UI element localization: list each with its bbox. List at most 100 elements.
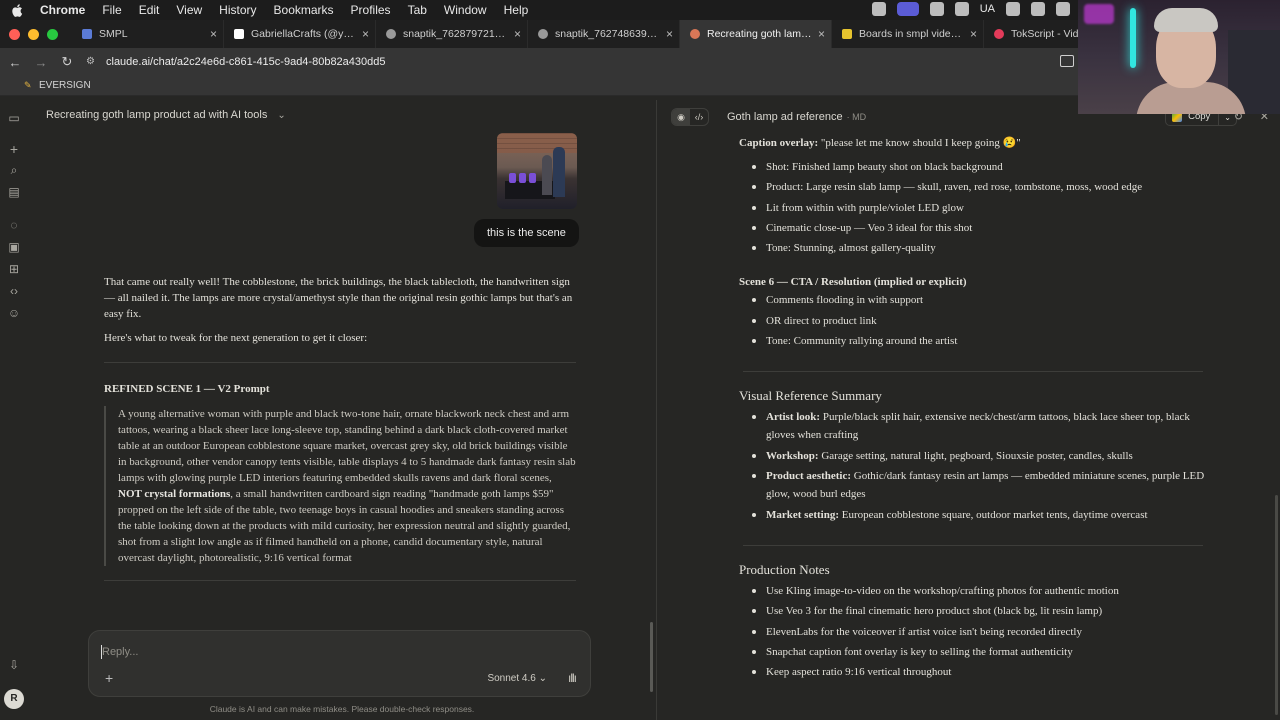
tab-gabriellacrafts[interactable]: GabriellaCrafts (@yourwoodnymph) ×: [224, 20, 376, 48]
webcam-person-hair: [1154, 8, 1218, 32]
menu-history[interactable]: History: [219, 3, 256, 17]
chat-title-button[interactable]: Recreating goth lamp product ad with AI …: [46, 109, 286, 121]
divider: [743, 371, 1203, 373]
boards-icon: [842, 29, 852, 39]
code-view-icon[interactable]: ‹/›: [690, 109, 708, 125]
model-selector[interactable]: Sonnet 4.6 ⌄: [487, 673, 547, 684]
tab-snaptik-2[interactable]: snaptik_7627486397120695 ×: [528, 20, 680, 48]
user-message: this is the scene: [474, 219, 579, 247]
bookmark-eversign[interactable]: EVERSIGN: [39, 80, 91, 91]
scene5-list: Shot: Finished lamp beauty shot on black…: [751, 157, 1209, 258]
status-app-icon[interactable]: [871, 2, 886, 16]
artifacts-icon[interactable]: ⊞: [7, 262, 21, 276]
close-tab-icon[interactable]: ×: [666, 27, 673, 41]
menu-window[interactable]: Window: [444, 3, 487, 17]
close-window-icon[interactable]: [9, 28, 20, 40]
item-text: Purple/black split hair, extensive neck/…: [766, 411, 1190, 442]
menu-app-name[interactable]: Chrome: [40, 3, 85, 17]
globe-icon: [538, 29, 548, 39]
reply-composer[interactable]: Reply... + Sonnet 4.6 ⌄ ıllı: [88, 630, 591, 697]
visual-reference-heading: Visual Reference Summary: [739, 388, 882, 404]
reload-icon[interactable]: ↻: [56, 54, 78, 70]
zoom-window-icon[interactable]: [47, 28, 58, 40]
camera-icon[interactable]: [929, 2, 944, 16]
list-item: Tone: Community rallying around the arti…: [751, 331, 1209, 351]
reply-input[interactable]: Reply...: [102, 646, 138, 658]
artifact-scrollbar[interactable]: [1275, 495, 1278, 715]
chat-column: Recreating goth lamp product ad with AI …: [28, 100, 656, 720]
forward-arrow-icon[interactable]: →: [30, 55, 52, 70]
menu-help[interactable]: Help: [504, 3, 529, 17]
code-icon[interactable]: ‹›: [7, 284, 21, 298]
chat-scrollbar[interactable]: [650, 622, 653, 692]
scene-person: [553, 147, 565, 197]
item-label: Artist look:: [766, 411, 821, 424]
claude-icon: [690, 29, 700, 39]
projects-icon[interactable]: ▤: [7, 185, 21, 199]
menu-bookmarks[interactable]: Bookmarks: [274, 3, 334, 17]
caption-text: "please let me know should I keep going …: [818, 137, 1021, 149]
search-icon[interactable]: ⌕: [7, 163, 21, 177]
apple-icon[interactable]: [12, 3, 26, 17]
claude-app: ▭ + ⌕ ▤ ◌ ▣ ⊞ ‹› ☺ ⇩ R Recreating goth l…: [0, 100, 1280, 720]
divider: [743, 544, 1203, 546]
divider: [104, 580, 576, 581]
close-tab-icon[interactable]: ×: [514, 27, 521, 41]
close-tab-icon[interactable]: ×: [970, 27, 977, 41]
user-avatar[interactable]: R: [4, 689, 24, 709]
battery-icon[interactable]: [1031, 2, 1045, 16]
close-tab-icon[interactable]: ×: [362, 27, 369, 41]
list-item: Lit from within with purple/violet LED g…: [751, 198, 1209, 218]
input-locale[interactable]: UA: [980, 3, 995, 15]
globe-icon: [386, 29, 396, 39]
scene-bricks: [497, 133, 577, 153]
minimize-window-icon[interactable]: [28, 28, 39, 40]
item-label: Product aesthetic:: [766, 469, 852, 482]
disclaimer-text: Claude is AI and can make mistakes. Plea…: [209, 704, 475, 714]
tab-boards[interactable]: Boards in smpl video ads Team ×: [832, 20, 984, 48]
scene-image-attachment[interactable]: [497, 133, 577, 209]
list-item: Product aesthetic: Gothic/dark fantasy r…: [751, 467, 1209, 503]
download-icon[interactable]: ⇩: [7, 658, 21, 672]
sidebar-toggle-icon[interactable]: ▭: [7, 111, 21, 125]
menu-profiles[interactable]: Profiles: [351, 3, 391, 17]
url-field[interactable]: ⚙ claude.ai/chat/a2c24e6d-c861-415c-9ad4…: [86, 51, 1066, 73]
folder-icon[interactable]: ▣: [7, 240, 21, 254]
list-item: Use Kling image-to-video on the workshop…: [751, 581, 1209, 601]
webcam-neon-light: [1084, 4, 1114, 24]
favicon-icon: [82, 29, 92, 39]
site-settings-icon[interactable]: ⚙: [86, 56, 98, 68]
dropbox-icon[interactable]: [954, 2, 969, 16]
feedback-icon[interactable]: ☺: [7, 306, 21, 320]
list-item: Market setting: European cobblestone squ…: [751, 505, 1209, 525]
control-center-icon[interactable]: [1006, 2, 1020, 16]
item-text: Garage setting, natural light, pegboard,…: [818, 450, 1133, 463]
status-icons: UA: [871, 2, 1070, 16]
voice-mode-icon[interactable]: ıllı: [568, 671, 577, 685]
list-item: Shot: Finished lamp beauty shot on black…: [751, 157, 1209, 177]
menu-view[interactable]: View: [176, 3, 202, 17]
list-item: ElevenLabs for the voiceover if artist v…: [751, 622, 1209, 642]
artifact-title: Goth lamp ad reference: [727, 111, 843, 123]
tab-claude-active[interactable]: Recreating goth lamp product ad ×: [680, 20, 832, 48]
menu-file[interactable]: File: [102, 3, 121, 17]
add-attachment-icon[interactable]: +: [105, 670, 113, 686]
production-notes-heading: Production Notes: [739, 561, 830, 577]
wifi-icon[interactable]: [1056, 2, 1070, 16]
screen-record-icon[interactable]: [896, 2, 919, 16]
close-tab-icon[interactable]: ×: [818, 27, 825, 41]
list-item: Product: Large resin slab lamp — skull, …: [751, 177, 1209, 197]
visual-reference-list: Artist look: Purple/black split hair, ex…: [751, 408, 1209, 525]
menu-tab[interactable]: Tab: [408, 3, 427, 17]
tokscript-icon: [994, 29, 1004, 39]
close-tab-icon[interactable]: ×: [210, 27, 217, 41]
cast-icon[interactable]: [1060, 55, 1074, 67]
chats-icon[interactable]: ◌: [7, 218, 21, 232]
tab-smpl[interactable]: SMPL ×: [72, 20, 224, 48]
item-label: Workshop:: [766, 450, 819, 463]
tab-snaptik-1[interactable]: snaptik_7628797212553661 ×: [376, 20, 528, 48]
back-arrow-icon[interactable]: ←: [4, 55, 26, 70]
preview-eye-icon[interactable]: ◉: [672, 109, 690, 125]
new-chat-icon[interactable]: +: [7, 142, 21, 156]
menu-edit[interactable]: Edit: [139, 3, 160, 17]
